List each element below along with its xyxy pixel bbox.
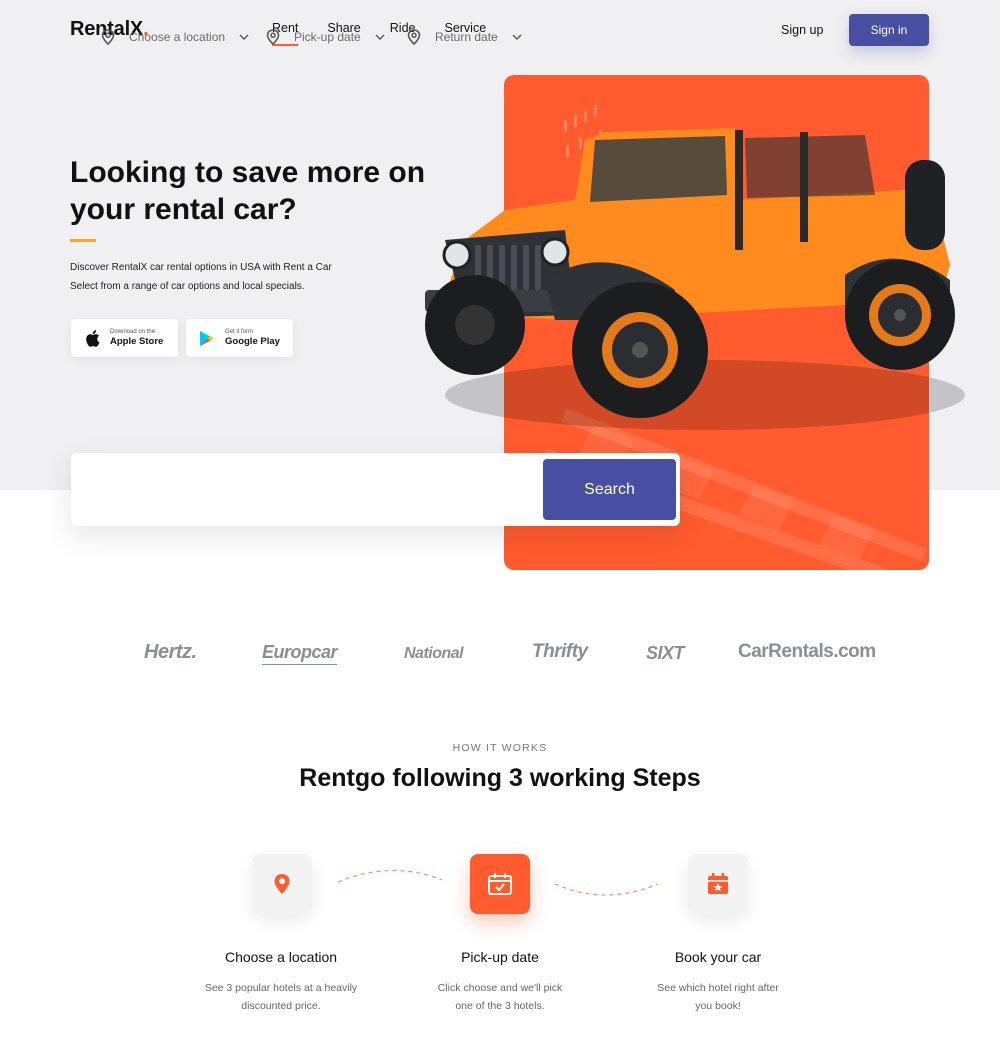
hero-description: Discover RentalX car rental options in U…	[70, 258, 400, 296]
apple-store-text: Download on the Apple Store	[110, 328, 163, 348]
apple-store-button[interactable]: Download on the Apple Store	[71, 319, 178, 357]
brand-logo-sixt: SIXT	[646, 643, 685, 663]
calendar-check-icon	[488, 873, 512, 895]
step-2-icon-box	[470, 854, 530, 914]
step-1-desc-line-2: discounted price.	[241, 1000, 321, 1012]
front-wheel	[572, 282, 708, 418]
chevron-down-icon	[375, 34, 385, 40]
google-play-button[interactable]: Get it form Google Play	[186, 319, 293, 357]
hero-title: Looking to save more on your rental car?	[70, 156, 426, 226]
search-button[interactable]: Search	[543, 459, 676, 520]
step-1-description: See 3 popular hotels at a heavily discou…	[171, 979, 391, 1015]
pickup-date-dropdown[interactable]: Pick-up date	[266, 0, 385, 73]
brand-logo-europcar: Europcar	[262, 642, 338, 665]
hero-accent-line	[70, 239, 96, 242]
google-play-small: Get it form	[225, 329, 254, 335]
pickup-date-label: Pick-up date	[294, 29, 361, 44]
brand-logo-national: National	[404, 645, 464, 662]
google-play-icon	[198, 329, 216, 347]
location-pin-icon	[407, 28, 421, 45]
jeep-car-image	[425, 128, 965, 430]
step-3-desc-line-2: you book!	[695, 1000, 741, 1012]
step-3-icon-box	[688, 854, 748, 914]
apple-store-small: Download on the	[110, 329, 156, 335]
chevron-down-icon	[512, 34, 522, 40]
location-pin-icon	[274, 874, 290, 894]
section-title: Rentgo following 3 working Steps	[299, 764, 701, 792]
step-1-desc-line-1: See 3 popular hotels at a heavily	[204, 982, 358, 994]
step-2-desc-line-2: one of the 3 hotels.	[455, 1000, 545, 1012]
location-label: Choose a location	[129, 29, 226, 44]
rear-wheel	[845, 260, 955, 370]
location-pin-icon	[101, 28, 115, 45]
step-1-icon-box	[252, 854, 312, 914]
location-pin-icon	[266, 28, 280, 45]
brand-logo-thrifty: Thrifty	[532, 641, 588, 662]
step-3-description: See which hotel right after you book!	[608, 979, 828, 1015]
brand-logo-hertz: Hertz.	[144, 641, 197, 663]
google-play-text: Get it form Google Play	[225, 328, 280, 348]
brand-logo-carrentals: CarRentals.com	[738, 641, 876, 662]
step-1-title: Choose a location	[224, 949, 338, 965]
calendar-star-icon	[708, 873, 728, 894]
apple-icon	[83, 329, 101, 347]
section-eyebrow: HOW IT WORKS	[452, 742, 548, 754]
hero-description-line-2: Select from a range of car options and l…	[70, 281, 305, 292]
chevron-down-icon	[239, 34, 249, 40]
step-2-title: Pick-up date	[461, 949, 539, 965]
sign-in-button[interactable]: Sign in	[849, 14, 929, 46]
step-2-desc-line-1: Click choose and we'll pick	[437, 982, 563, 994]
step-3-title: Book your car	[674, 949, 762, 965]
step-2-description: Click choose and we'll pick one of the 3…	[390, 979, 610, 1015]
sign-up-link[interactable]: Sign up	[781, 23, 823, 37]
step-3-desc-line-1: See which hotel right after	[657, 982, 779, 994]
return-date-dropdown[interactable]: Return date	[407, 0, 522, 73]
google-play-label: Google Play	[225, 336, 280, 347]
left-front-wheel	[425, 275, 525, 375]
location-dropdown[interactable]: Choose a location	[101, 0, 249, 73]
apple-store-label: Apple Store	[110, 336, 164, 347]
hero-description-line-1: Discover RentalX car rental options in U…	[70, 262, 332, 273]
return-date-label: Return date	[435, 29, 498, 44]
